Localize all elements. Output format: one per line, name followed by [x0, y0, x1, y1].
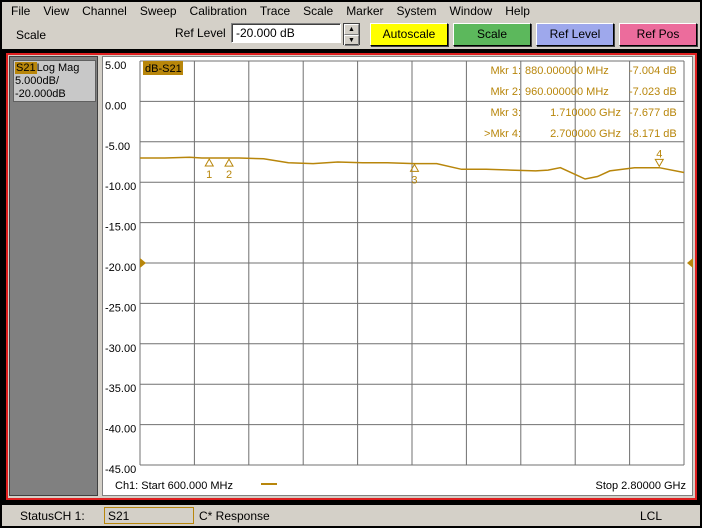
y-tick-label: -5.00	[105, 141, 130, 153]
menu-help[interactable]: Help	[498, 2, 536, 20]
marker-frequency: 880.000000 MHz	[525, 65, 609, 77]
spin-up-icon[interactable]: ▲	[344, 24, 359, 35]
ref-level-arrow-left-icon[interactable]	[140, 258, 146, 268]
autoscale-button[interactable]: Autoscale	[370, 23, 448, 46]
scale-toolbar: Scale Ref Level -20.000 dB ▲ ▼ Autoscale…	[2, 20, 700, 49]
menu-file[interactable]: File	[2, 2, 36, 20]
marker-name: Mkr 3:	[490, 107, 521, 119]
spin-down-icon[interactable]: ▼	[344, 35, 359, 46]
menu-marker[interactable]: Marker	[339, 2, 389, 20]
status-channel: CH 1:	[54, 509, 85, 523]
marker-name: Mkr 2:	[490, 86, 521, 98]
marker-value: -8.171 dB	[629, 128, 677, 140]
y-tick-label: 5.00	[105, 60, 126, 72]
status-bar: Status CH 1: S21 C* Response LCL	[2, 505, 700, 526]
ref-level-spinner[interactable]: ▲ ▼	[343, 23, 360, 46]
marker-1-label: 1	[206, 169, 212, 181]
trace-status-panel: S21Log Mag 5.000dB/ -20.000dB	[9, 56, 98, 496]
marker-frequency: 960.000000 MHz	[525, 86, 609, 98]
plot-panel: 5.00 0.00 -5.00 -10.00 -15.00 -20.00 -25.00 -30…	[102, 56, 693, 496]
marker-value: -7.677 dB	[629, 107, 677, 119]
menu-channel[interactable]: Channel	[75, 2, 133, 20]
status-mode: C* Response	[199, 509, 270, 523]
ref-level-button[interactable]: Ref Level	[536, 23, 614, 46]
y-tick-label: 0.00	[105, 100, 126, 112]
s21-plot[interactable]: 5.00 0.00 -5.00 -10.00 -15.00 -20.00 -25.00 -30…	[103, 57, 694, 497]
stop-frequency: Stop 2.80000 GHz	[595, 480, 686, 492]
scale-button[interactable]: Scale	[453, 23, 531, 46]
trace-label: dB-S21	[145, 63, 182, 75]
marker-1-triangle-icon	[204, 157, 215, 167]
y-tick-label: -20.00	[105, 262, 136, 274]
y-tick-label: -40.00	[105, 424, 136, 436]
menu-calibration[interactable]: Calibration	[183, 2, 253, 20]
marker-name: Mkr 1:	[490, 65, 521, 77]
channel-window: S21Log Mag 5.000dB/ -20.000dB 5.00 0.00 -5…	[6, 53, 697, 500]
marker-frequency: 1.710000 GHz	[550, 107, 621, 119]
menu-trace[interactable]: Trace	[253, 2, 296, 20]
menu-scale[interactable]: Scale	[296, 2, 339, 20]
marker-3-label: 3	[411, 174, 417, 186]
marker-name: >Mkr 4:	[484, 128, 521, 140]
menu-window[interactable]: Window	[443, 2, 499, 20]
ref-level-arrow-right-icon[interactable]	[687, 258, 693, 268]
trace-ref: -20.000dB	[15, 88, 66, 100]
menu-view[interactable]: View	[36, 2, 75, 20]
y-tick-label: -15.00	[105, 222, 136, 234]
toolbar-title: Scale	[16, 28, 47, 42]
trace-info-box[interactable]: S21Log Mag 5.000dB/ -20.000dB	[13, 60, 96, 102]
status-remote: LCL	[640, 509, 663, 523]
marker-4-label: 4	[656, 148, 662, 160]
trace-param-tag: S21	[15, 62, 37, 74]
ref-pos-button[interactable]: Ref Pos	[619, 23, 697, 46]
trace-format: Log Mag	[36, 62, 80, 74]
trace-scale: 5.000dB/	[15, 75, 60, 87]
ref-level-input[interactable]: -20.000 dB	[231, 23, 341, 43]
y-tick-label: -25.00	[105, 302, 136, 314]
menu-system[interactable]: System	[390, 2, 443, 20]
y-tick-label: -30.00	[105, 343, 136, 355]
marker-2-label: 2	[226, 169, 232, 181]
status-label: Status	[20, 509, 55, 523]
y-tick-label: -10.00	[105, 181, 136, 193]
status-param[interactable]: S21	[104, 507, 194, 524]
marker-frequency: 2.700000 GHz	[550, 128, 621, 140]
y-tick-label: -45.00	[105, 464, 136, 476]
menu-bar: File View Channel Sweep Calibration Trac…	[2, 2, 700, 20]
marker-value: -7.023 dB	[629, 86, 677, 98]
marker-4-triangle-icon	[654, 158, 665, 168]
marker-2-triangle-icon	[224, 158, 234, 167]
menu-sweep[interactable]: Sweep	[133, 2, 183, 20]
y-tick-label: -35.00	[105, 383, 136, 395]
start-frequency: Ch1: Start 600.000 MHz	[115, 480, 233, 492]
marker-value: -7.004 dB	[629, 65, 677, 77]
ref-level-label: Ref Level	[175, 26, 226, 40]
